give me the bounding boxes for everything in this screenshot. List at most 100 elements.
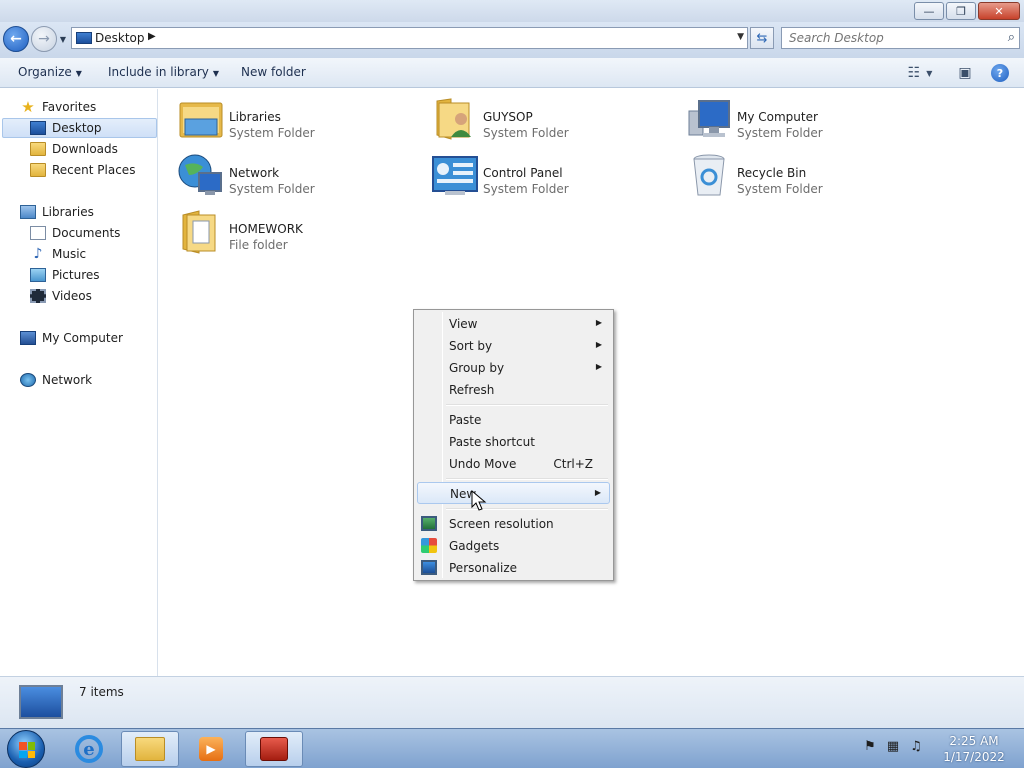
libraries-icon [20,205,36,219]
system-tray: ⚑ ▦ ♫ [862,739,924,755]
recycle-bin-icon [693,154,725,196]
nav-desktop[interactable]: Desktop [2,118,157,138]
libraries-icon [179,102,223,138]
nav-recent-places[interactable]: Recent Places [30,160,135,180]
nav-my-computer[interactable]: My Computer [20,328,123,348]
address-bar[interactable]: Desktop ▶ ▼ [71,27,748,49]
nav-network[interactable]: Network [20,370,92,390]
computer-icon [688,100,730,137]
item-name: HOMEWORK [229,222,303,236]
taskbar-internet-explorer[interactable]: e [60,731,118,767]
navigation-pane: ★ Favorites Desktop Downloads Recent Plac… [0,89,158,676]
taskbar-media-player[interactable]: ▶ [182,731,240,767]
toolbox-icon [260,737,288,761]
breadcrumb-desktop[interactable]: Desktop [95,31,145,45]
menu-item-view[interactable]: View ▶ [417,313,610,335]
internet-explorer-icon: e [75,735,103,763]
include-in-library-button[interactable]: Include in library ▼ [108,65,219,79]
item-network[interactable]: Network System Folder [177,151,417,203]
item-my-computer[interactable]: My Computer System Folder [685,95,925,147]
address-dropdown-icon[interactable]: ▼ [737,32,744,42]
star-icon: ★ [21,98,35,116]
gadgets-icon [421,538,437,553]
volume-muted-icon[interactable]: ♫ [908,739,924,755]
windows-logo-icon [19,742,35,758]
network-icon [178,154,222,195]
nav-label: Libraries [42,205,94,219]
change-view-button[interactable]: ☷ ▼ [902,64,938,82]
search-input[interactable] [782,28,997,48]
back-button[interactable]: ← [3,26,29,52]
nav-documents[interactable]: Documents [30,223,120,243]
menu-label: Group by [449,361,505,375]
nav-label: Videos [52,289,92,303]
new-folder-button[interactable]: New folder [241,65,306,79]
search-box[interactable]: ⌕ [781,27,1020,49]
menu-item-undo-move[interactable]: Undo Move Ctrl+Z [417,453,610,475]
breadcrumb-chevron-icon[interactable]: ▶ [148,31,156,42]
nav-libraries[interactable]: Libraries [20,202,94,222]
submenu-arrow-icon: ▶ [595,340,602,349]
item-homework[interactable]: HOMEWORK File folder [177,207,417,259]
submenu-arrow-icon: ▶ [595,318,602,327]
close-button[interactable]: ✕ [978,2,1020,20]
taskbar-toolbox-app[interactable] [245,731,303,767]
item-control-panel[interactable]: Control Panel System Folder [431,151,671,203]
item-name: Libraries [229,110,281,124]
maximize-button[interactable]: ❐ [946,2,976,20]
item-name: Recycle Bin [737,166,807,180]
help-icon: ? [991,64,1009,82]
desktop-icon [19,685,63,719]
preview-pane-button[interactable]: ▣ [956,64,974,82]
user-folder-icon [436,98,471,140]
nav-label: Downloads [52,142,118,156]
taskbar-windows-explorer[interactable] [121,731,179,767]
menu-label: Gadgets [449,539,500,553]
start-button[interactable] [7,730,45,768]
chevron-down-icon: ▼ [926,68,933,78]
forward-arrow-icon: → [38,31,50,47]
menu-item-personalize[interactable]: Personalize [417,557,610,579]
menu-label: Sort by [449,339,493,353]
command-bar: Organize ▼ Include in library ▼ New folder… [0,58,1024,88]
search-icon[interactable]: ⌕ [1008,30,1015,45]
item-type: System Folder [737,126,823,140]
clock[interactable]: 2:25 AM 1/17/2022 [936,733,1012,765]
computer-icon [20,331,36,345]
menu-item-refresh[interactable]: Refresh [417,379,610,401]
menu-item-new[interactable]: New ▶ [417,482,610,504]
nav-label: Network [42,373,93,387]
nav-music[interactable]: ♪ Music [30,244,87,264]
menu-item-sort-by[interactable]: Sort by ▶ [417,335,610,357]
organize-button[interactable]: Organize ▼ [18,65,82,79]
menu-separator [446,478,608,480]
film-strip-icon [30,289,46,303]
menu-item-gadgets[interactable]: Gadgets [417,535,610,557]
recent-pages-dropdown[interactable]: ▼ [58,34,68,44]
network-disconnected-icon[interactable]: ▦ [885,739,901,755]
network-globe-icon [20,373,36,387]
minimize-button[interactable]: — [914,2,944,20]
item-libraries[interactable]: Libraries System Folder [177,95,417,147]
documents-icon [30,226,46,240]
item-type: System Folder [483,182,569,196]
item-guysop[interactable]: GUYSOP System Folder [431,95,671,147]
menu-label: Personalize [449,561,518,575]
help-button[interactable]: ? [991,64,1009,82]
refresh-button[interactable]: ⇆ [750,27,774,49]
nav-downloads[interactable]: Downloads [30,139,118,159]
nav-pictures[interactable]: Pictures [30,265,100,285]
menu-item-paste-shortcut[interactable]: Paste shortcut [417,431,610,453]
nav-favorites[interactable]: ★ Favorites [20,97,96,117]
action-center-flag-icon[interactable]: ⚑ [862,739,878,755]
item-recycle-bin[interactable]: Recycle Bin System Folder [685,151,925,203]
nav-label: Pictures [52,268,100,282]
menu-item-screen-resolution[interactable]: Screen resolution [417,513,610,535]
nav-label: Recent Places [52,163,136,177]
menu-item-paste[interactable]: Paste [417,409,610,431]
nav-label: Desktop [52,121,102,135]
forward-button[interactable]: → [31,26,57,52]
desktop-icon [76,32,92,44]
menu-item-group-by[interactable]: Group by ▶ [417,357,610,379]
nav-videos[interactable]: Videos [30,286,92,306]
